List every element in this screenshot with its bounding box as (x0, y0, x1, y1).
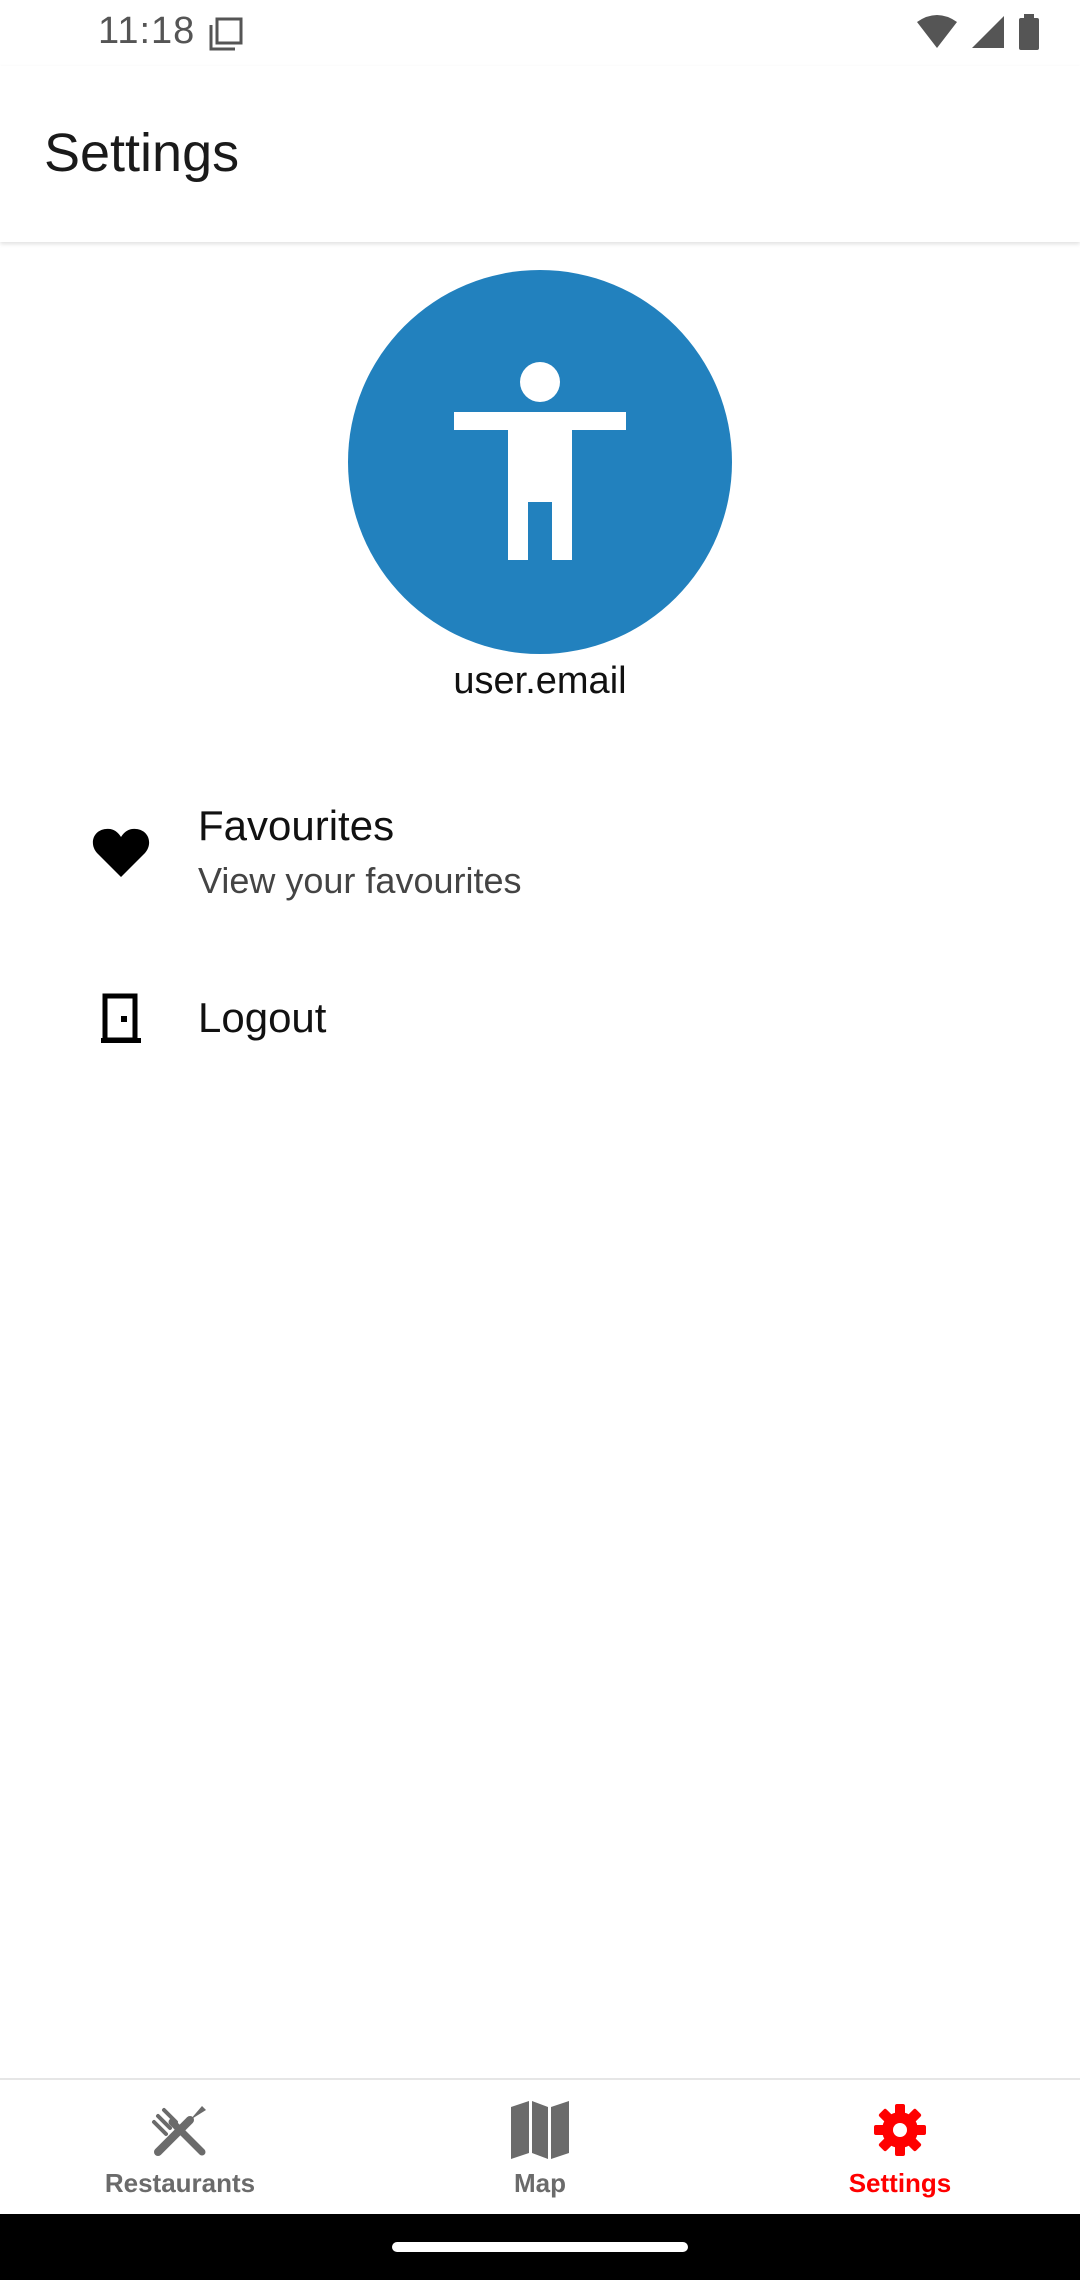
heart-icon (88, 820, 154, 886)
tab-settings-label: Settings (848, 2168, 952, 2198)
user-email: user.email (453, 660, 627, 702)
tab-restaurants[interactable]: Restaurants (0, 2080, 360, 2216)
tab-map-label: Map (514, 2168, 566, 2198)
tab-restaurants-label: Restaurants (104, 2168, 256, 2198)
avatar (348, 270, 732, 654)
wifi-icon (916, 14, 958, 55)
tab-settings[interactable]: Settings (720, 2080, 1080, 2216)
signal-icon (970, 14, 1006, 55)
status-bar: 11:18 (0, 0, 1080, 66)
screenshot-icon (208, 16, 244, 57)
favourites-title: Favourites (198, 802, 395, 849)
favourites-subtitle: View your favourites (198, 860, 522, 901)
door-icon (88, 986, 154, 1052)
fork-knife-icon (148, 2098, 212, 2162)
home-gesture-handle[interactable] (392, 2242, 688, 2252)
list-item-favourites[interactable]: Favourites View your favourites (0, 790, 1080, 920)
app-bar: Settings (0, 66, 1080, 242)
list-item-logout[interactable]: Logout (0, 960, 1080, 1080)
gesture-navigation-bar (0, 2214, 1080, 2280)
battery-icon (1018, 14, 1040, 55)
logout-title: Logout (198, 994, 327, 1041)
map-icon (508, 2098, 572, 2162)
status-time: 11:18 (98, 10, 196, 52)
page-title: Settings (44, 123, 240, 183)
gear-icon (868, 2098, 932, 2162)
tab-map[interactable]: Map (360, 2080, 720, 2216)
status-icons (916, 14, 1040, 55)
accessibility-person-icon (450, 360, 630, 565)
bottom-navigation: Restaurants Map Settings (0, 2078, 1080, 2216)
